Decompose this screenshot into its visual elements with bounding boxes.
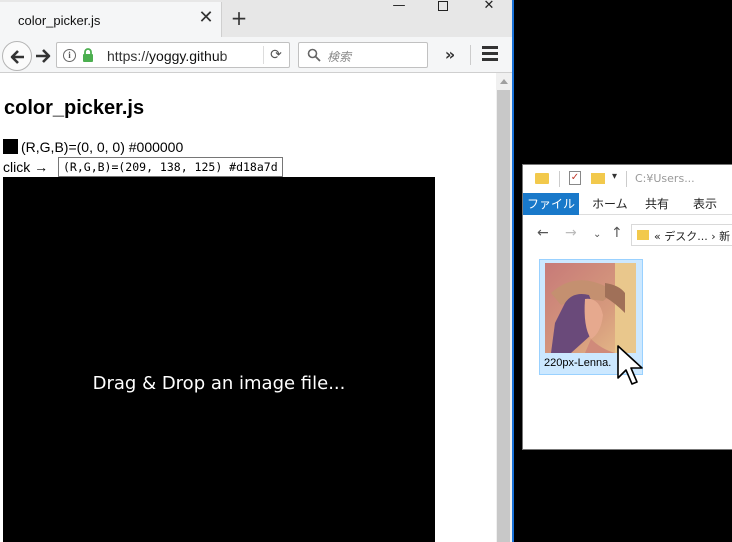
menu-bar-icon — [482, 46, 498, 49]
tab-close-icon[interactable]: ✕ — [196, 8, 216, 28]
ribbon-tab-home[interactable]: ホーム — [592, 193, 628, 215]
file-explorer-window: ✓ ▾ C:¥Users... ファイル ホーム 共有 表示 ← → ⌄ ↑ «… — [522, 164, 732, 450]
address-path-text: « デスク... › 新 — [654, 230, 731, 243]
scroll-thumb[interactable] — [497, 90, 510, 542]
quick-access-dropdown-icon[interactable]: ▾ — [612, 171, 617, 182]
click-label: click → — [3, 159, 49, 175]
explorer-ribbon-tabs: ファイル ホーム 共有 表示 — [523, 193, 732, 215]
rgb-value-text: (R,G,B)=(0, 0, 0) #000000 — [21, 139, 184, 155]
hamburger-menu-button[interactable] — [480, 46, 500, 64]
new-tab-button[interactable]: + — [228, 7, 250, 29]
image-drop-canvas[interactable]: Drag & Drop an image file... — [3, 177, 435, 542]
ribbon-tab-view[interactable]: 表示 — [693, 193, 717, 215]
scroll-up-arrow-icon[interactable] — [500, 79, 508, 84]
drop-hint-text: Drag & Drop an image file... — [92, 373, 346, 394]
explorer-address-row: ← → ⌄ ↑ « デスク... › 新 — [523, 221, 732, 249]
url-host: yoggy.github — [149, 48, 228, 64]
up-arrow-icon[interactable]: ↑ — [611, 225, 623, 241]
search-placeholder: 検索 — [327, 50, 352, 64]
ribbon-tab-file[interactable]: ファイル — [523, 193, 579, 215]
color-swatch — [3, 139, 18, 154]
url-scheme: https:// — [107, 48, 150, 64]
overflow-chevron-button[interactable]: » — [440, 45, 460, 65]
url-fade — [217, 45, 257, 65]
window-edge-divider — [512, 0, 514, 542]
recent-dropdown-icon[interactable]: ⌄ — [593, 229, 601, 240]
folder-icon — [535, 173, 549, 184]
color-tooltip: (R,G,B)=(209, 138, 125) #d18a7d — [58, 157, 283, 177]
file-name-label: 220px-Lenna. — [544, 357, 612, 369]
page-content: color_picker.js (R,G,B)=(0, 0, 0) #00000… — [0, 73, 496, 542]
minimize-button[interactable]: — — [376, 0, 422, 14]
back-button[interactable] — [2, 41, 32, 71]
url-bar[interactable]: i https://yoggy.github ⟳ — [56, 42, 290, 68]
titlebar-divider — [626, 171, 627, 187]
explorer-title-path: C:¥Users... — [635, 172, 695, 185]
tab-title: color_picker.js — [18, 13, 101, 28]
titlebar-divider — [559, 171, 560, 187]
menu-bar-icon — [482, 52, 498, 55]
forward-button[interactable] — [33, 46, 53, 66]
maximize-icon — [438, 1, 448, 11]
search-bar[interactable]: 検索 — [298, 42, 428, 68]
address-folder-icon — [637, 230, 649, 240]
window-close-button[interactable]: ✕ — [466, 0, 512, 14]
maximize-button[interactable] — [420, 0, 466, 14]
properties-check-icon[interactable]: ✓ — [569, 171, 581, 185]
new-folder-icon[interactable] — [591, 173, 605, 184]
page-title: color_picker.js — [4, 97, 145, 119]
search-icon — [307, 48, 321, 62]
back-arrow-icon — [10, 50, 24, 64]
current-color-row: (R,G,B)=(0, 0, 0) #000000 — [3, 139, 183, 155]
mouse-pointer-icon — [617, 345, 643, 385]
explorer-back-icon[interactable]: ← — [537, 225, 549, 241]
ribbon-tab-share[interactable]: 共有 — [645, 193, 669, 215]
browser-tab[interactable]: color_picker.js ✕ — [0, 2, 222, 37]
toolbar-divider — [470, 45, 471, 65]
info-icon[interactable]: i — [63, 49, 76, 62]
lock-icon[interactable] — [82, 48, 94, 62]
forward-arrow-icon — [36, 49, 51, 63]
browser-window: color_picker.js ✕ + — ✕ i https://yoggy.… — [0, 0, 512, 542]
browser-titlebar: color_picker.js ✕ + — ✕ — [0, 0, 512, 37]
explorer-titlebar: ✓ ▾ C:¥Users... — [523, 165, 732, 193]
reload-icon[interactable]: ⟳ — [268, 47, 284, 63]
url-divider — [263, 46, 264, 64]
vertical-scrollbar[interactable] — [496, 73, 512, 542]
explorer-address-bar[interactable]: « デスク... › 新 — [631, 224, 732, 246]
explorer-forward-icon[interactable]: → — [565, 225, 577, 241]
image-thumbnail-icon — [545, 263, 636, 353]
menu-bar-icon — [482, 58, 498, 61]
navigation-toolbar: i https://yoggy.github ⟳ 検索 » — [0, 37, 512, 73]
